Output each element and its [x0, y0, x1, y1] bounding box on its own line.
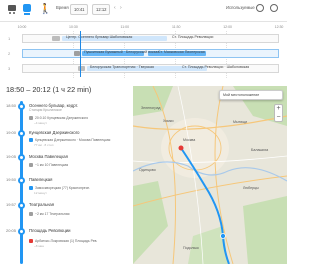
metro-leg-icon	[29, 138, 33, 143]
walk-leg-icon	[29, 163, 33, 168]
city-label: Люберцы	[243, 186, 259, 190]
itinerary-panel: 18:50 – 20:12 (1 ч 22 min) 18:50 Осеннег…	[0, 82, 130, 264]
stop-dot-icon	[18, 154, 25, 161]
leg-item: ~1 км 10 Павелецкая	[29, 163, 69, 168]
city-label: Одинцово	[139, 168, 156, 172]
leg-sub: 77 км · 8 стоп	[34, 143, 54, 147]
leg-sub: ~4 минут	[34, 121, 47, 125]
settings-icon[interactable]	[256, 4, 264, 12]
walk-segment	[52, 36, 60, 41]
stop-time: 20:05	[6, 228, 17, 233]
stop-name: Кунцевская Дзержинского	[29, 130, 80, 135]
filter-label[interactable]: Используемые	[226, 5, 255, 10]
leg-sub: ~8 мин	[34, 244, 44, 248]
timeline-row-label: Пушкинская Бумажный · Белорусский вокзал	[84, 50, 160, 54]
timeline-tick: 12:00	[223, 25, 232, 29]
city-label: Подольск	[183, 246, 199, 250]
leg-item: Арбатско-Покровская (1) Площадь Рев.	[29, 239, 98, 244]
end-marker[interactable]	[220, 233, 226, 239]
metro-leg-icon	[29, 239, 33, 244]
stop-time: 19:57	[6, 202, 17, 207]
leg-text: Арбатско-Покровская (1) Площадь Рев.	[35, 239, 98, 243]
timeline-row-selected[interactable]: Пушкинская Бумажный · Белорусский вокзал…	[22, 49, 279, 58]
map-search-box[interactable]: Мой местоположение	[219, 90, 283, 100]
leg-item: Замоскворецкая (77) Краснопресн.	[29, 186, 91, 191]
city-label: Химки	[163, 119, 174, 123]
trip-timeline: 10:00 10:30 11:00 11:30 12:00 12:30 1 2 …	[0, 23, 287, 78]
itinerary-title: 18:50 – 20:12 (1 ч 22 min)	[6, 85, 92, 94]
leg-item: Кунцевская Дзержинского · Москва Павелец…	[29, 138, 111, 143]
row-number: 2	[8, 51, 11, 56]
stop-dot-icon	[18, 228, 25, 235]
walk-leg-icon	[29, 116, 33, 121]
stop-time: 19:00	[6, 130, 17, 135]
timeline-row-label: Ст. Площадь Революции	[172, 35, 214, 39]
to-time-field[interactable]: 12:12	[92, 4, 110, 15]
timeline-tick: 10:30	[69, 25, 78, 29]
walk-leg-icon	[29, 212, 33, 217]
timeline-row-label: Белорусская Транспортная · Тверская	[90, 65, 154, 69]
leg-item: 20:0.10 Кунцевская Дзержинского	[29, 116, 89, 121]
top-toolbar: 🚶 Время 10:41 12:12 ‹ › Используемые	[0, 0, 287, 22]
stop-sub: Станция Крылатское	[29, 108, 62, 112]
stop-time: 18:50	[6, 103, 17, 108]
prev-button[interactable]: ‹	[114, 5, 116, 11]
timeline-row-label: Ст. Маяковская Пионерская	[158, 50, 205, 54]
leg-sub: 12 минут	[34, 191, 47, 195]
timeline-tick: 11:00	[120, 25, 130, 29]
timeline-tick: 10:00	[17, 25, 27, 29]
timeline-row-label: Центр. Осеннего бульвар Шаболовская	[66, 35, 133, 39]
stop-dot-icon	[18, 130, 25, 137]
leg-text: 20:0.10 Кунцевская Дзержинского	[35, 116, 89, 120]
park-area	[133, 86, 173, 116]
stop-time: 19:05	[6, 154, 17, 159]
stop-name: Театральная	[29, 202, 54, 207]
stop-dot-icon	[18, 202, 25, 209]
route-map[interactable]: Москва Зеленоград Химки Мытищи Люберцы П…	[133, 86, 287, 264]
next-button[interactable]: ›	[120, 5, 122, 11]
zoom-in-button[interactable]: +	[275, 105, 282, 113]
stop-time: 19:50	[6, 177, 17, 182]
train-icon[interactable]	[22, 4, 32, 15]
map-search-text: Мой местоположение	[223, 93, 260, 97]
timeline-tick: 11:30	[171, 25, 181, 29]
zoom-control[interactable]: + −	[274, 104, 283, 122]
stop-name: Павелецкая	[29, 177, 53, 182]
timeline-row-label: Ст. Площадь Революции · Шаболовская	[182, 65, 250, 69]
leg-item: ~2 км 17 Театральная	[29, 212, 70, 217]
city-label: Москва	[183, 138, 196, 142]
leg-text: ~2 км 17 Театральная	[35, 212, 70, 216]
leg-text: ~1 км 10 Павелецкая	[35, 163, 69, 167]
stop-dot-icon	[18, 103, 25, 110]
timeline-scale: 10:00 10:30 11:00 11:30 12:00 12:30	[18, 25, 284, 31]
stop-dot-icon	[18, 177, 25, 184]
stop-name: Площадь Революции	[29, 228, 71, 233]
timeline-tick: 12:30	[274, 25, 284, 29]
city-label: Зеленоград	[141, 106, 161, 110]
leg-text: Замоскворецкая (77) Краснопресн.	[35, 186, 91, 190]
zoom-out-button[interactable]: −	[275, 114, 282, 122]
city-label: Мытищи	[233, 120, 248, 124]
bus-icon[interactable]	[7, 4, 17, 15]
from-time-field[interactable]: 10:41	[70, 4, 88, 15]
info-icon[interactable]	[270, 4, 278, 12]
city-label: Балашиха	[251, 148, 269, 152]
start-marker[interactable]	[178, 145, 184, 151]
row-number: 1	[8, 36, 11, 41]
park-area	[133, 181, 168, 264]
metro-leg-icon	[29, 186, 33, 191]
walk-icon[interactable]: 🚶	[39, 4, 51, 15]
current-time-marker	[80, 31, 81, 77]
stop-name: Москва Павелецкая	[29, 154, 68, 159]
map-canvas[interactable]	[133, 86, 287, 264]
leg-text: Кунцевская Дзержинского · Москва Павелец…	[35, 138, 111, 142]
timeline-row[interactable]: Белорусская Транспортная · Тверская Ст. …	[22, 64, 279, 73]
park-area	[243, 196, 287, 264]
row-number: 3	[8, 66, 11, 71]
time-label: Время	[56, 5, 69, 10]
timeline-row[interactable]: Центр. Осеннего бульвар Шаболовская Ст. …	[22, 34, 279, 43]
